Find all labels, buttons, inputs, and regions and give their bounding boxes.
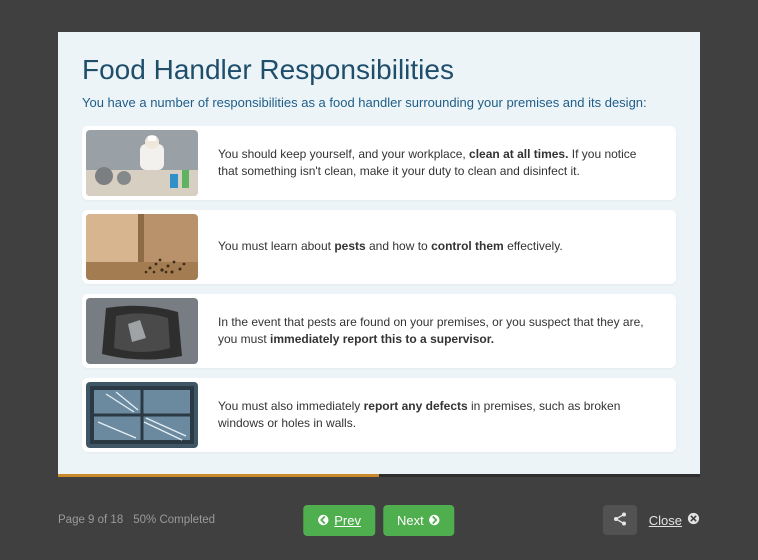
card-thumbnail-report	[86, 298, 198, 364]
share-icon	[612, 511, 628, 530]
close-label: Close	[649, 513, 682, 528]
arrow-left-icon	[317, 514, 329, 526]
right-controls: Close	[603, 505, 700, 535]
page-title: Food Handler Responsibilities	[82, 54, 676, 86]
close-icon	[687, 512, 700, 528]
progress-fill	[58, 474, 379, 477]
responsibility-card: You should keep yourself, and your workp…	[82, 126, 676, 200]
page-status-group: Page 9 of 18 50% Completed	[58, 514, 215, 526]
completion-label: 50% Completed	[133, 514, 215, 526]
card-thumbnail-cleaning	[86, 130, 198, 196]
footer-bar: Page 9 of 18 50% Completed Prev Next	[58, 498, 700, 542]
page-counter: Page 9 of 18	[58, 514, 123, 526]
nav-controls: Prev Next	[303, 505, 454, 536]
arrow-right-icon	[429, 514, 441, 526]
card-text: In the event that pests are found on you…	[198, 304, 676, 359]
page-subtitle: You have a number of responsibilities as…	[82, 94, 676, 112]
card-text: You must also immediately report any def…	[198, 388, 676, 443]
next-button[interactable]: Next	[383, 505, 455, 536]
next-label: Next	[397, 513, 424, 528]
card-thumbnail-defects	[86, 382, 198, 448]
card-thumbnail-pests	[86, 214, 198, 280]
card-text: You should keep yourself, and your workp…	[198, 136, 676, 191]
responsibility-card: You must learn about pests and how to co…	[82, 210, 676, 284]
close-button[interactable]: Close	[649, 512, 700, 528]
progress-bar	[58, 474, 700, 477]
prev-label: Prev	[334, 513, 361, 528]
prev-button[interactable]: Prev	[303, 505, 375, 536]
responsibility-card: You must also immediately report any def…	[82, 378, 676, 452]
card-text: You must learn about pests and how to co…	[198, 228, 676, 265]
slide-container: Food Handler Responsibilities You have a…	[58, 32, 700, 474]
share-button[interactable]	[603, 505, 637, 535]
responsibility-card: In the event that pests are found on you…	[82, 294, 676, 368]
